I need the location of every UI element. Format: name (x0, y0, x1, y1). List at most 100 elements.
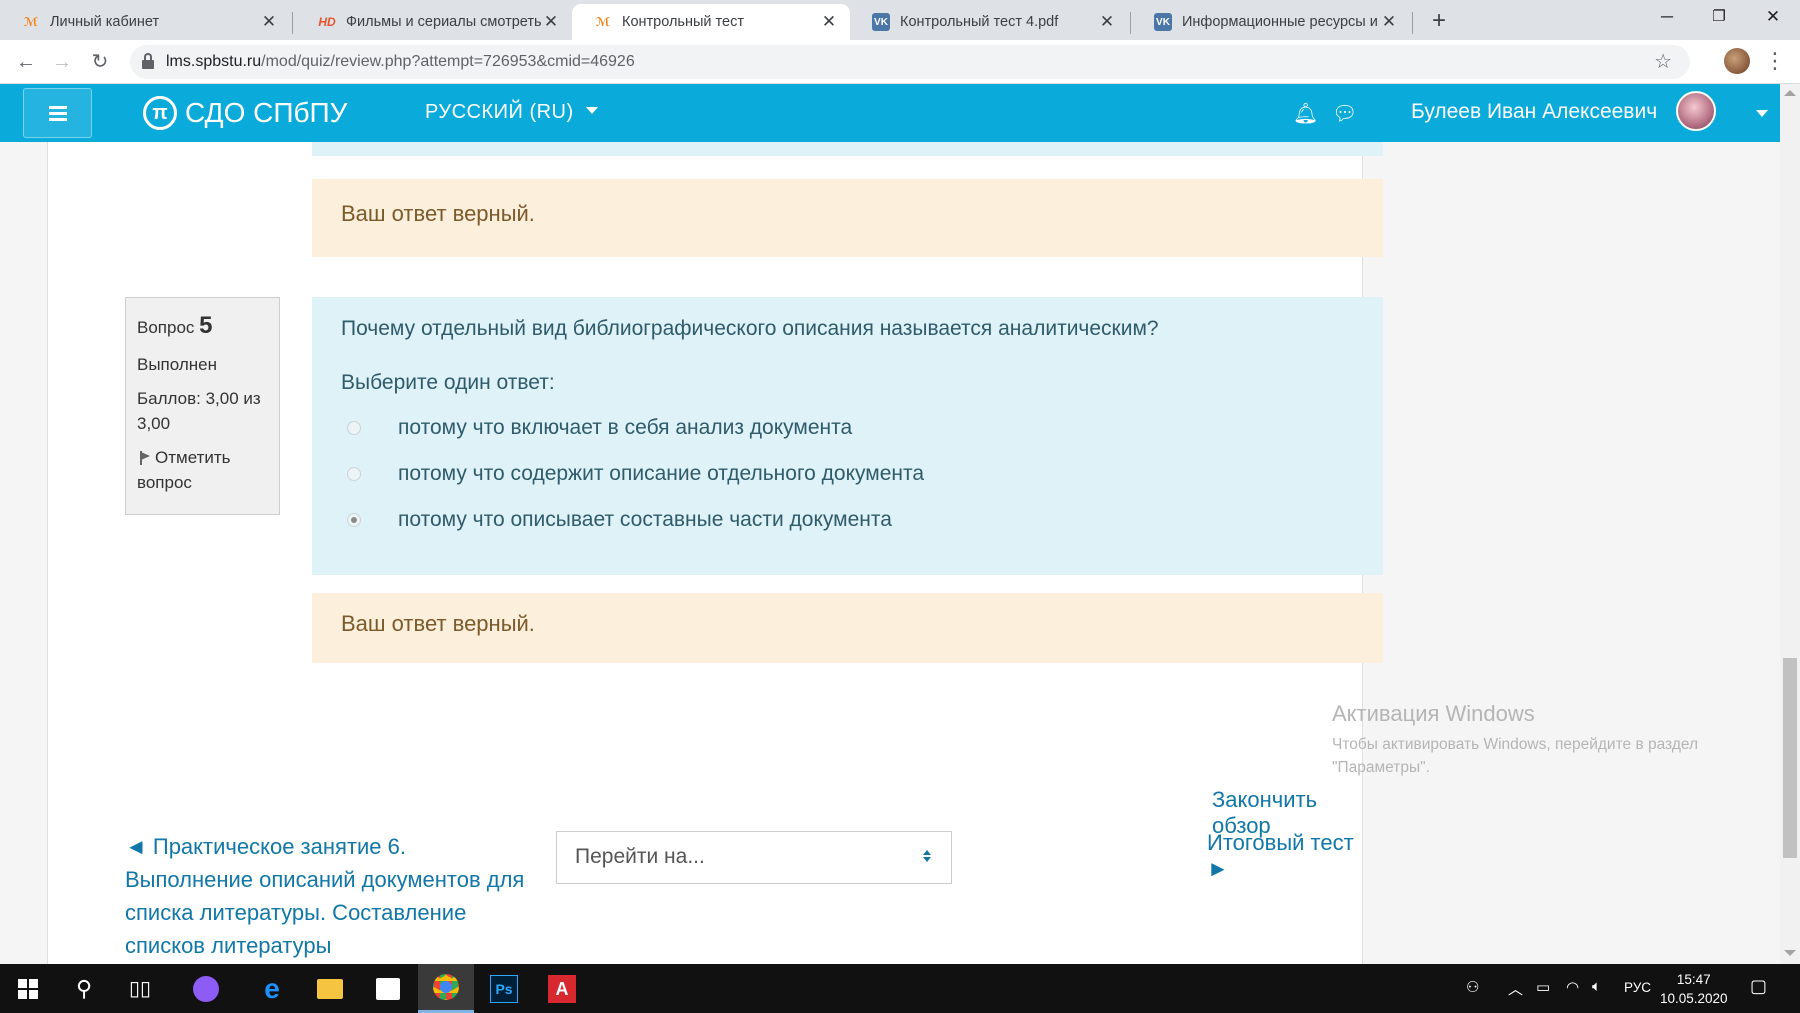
select-arrows-icon (923, 850, 933, 864)
next-activity-link[interactable]: Итоговый тест ► (1207, 830, 1362, 882)
jump-select-value: Перейти на... (575, 845, 705, 868)
language-label: РУССКИЙ (RU) (425, 101, 574, 123)
volume-icon[interactable]: 🔈︎ (1592, 978, 1601, 995)
browser-tab-strip: ℳ Личный кабинет ✕ HD Фильмы и сериалы с… (0, 0, 1800, 40)
notifications-icon[interactable]: ▢ (1750, 976, 1767, 997)
window-close-button[interactable]: ✕ (1746, 0, 1800, 36)
answer-label: потому что включает в себя анализ докуме… (398, 416, 853, 439)
answer-option[interactable]: потому что описывает составные части док… (341, 497, 1354, 543)
answer-label: потому что описывает составные части док… (398, 508, 892, 531)
previous-activity-link[interactable]: ◄ Практическое занятие 6. Выполнение опи… (125, 830, 525, 962)
moodle-icon: ℳ (23, 15, 39, 29)
answer-option[interactable]: потому что включает в себя анализ докуме… (341, 405, 1354, 451)
question-info: Вопрос 5 Выполнен Баллов: 3,00 из 3,00 О… (125, 297, 280, 515)
question-feedback: Ваш ответ верный. (312, 593, 1383, 663)
page-content: Ваш ответ верный. Вопрос 5 Выполнен Балл… (0, 142, 1780, 964)
main-region: Ваш ответ верный. Вопрос 5 Выполнен Балл… (47, 142, 1383, 964)
forward-button[interactable]: → (46, 46, 78, 78)
tray-expand-icon[interactable]: ︿ (1508, 978, 1523, 999)
question-state: Выполнен (137, 355, 217, 374)
bell-icon[interactable]: 🔔︎ (1293, 101, 1318, 126)
people-icon[interactable]: ⚇ (1466, 978, 1479, 996)
battery-icon[interactable]: ▭ (1536, 978, 1550, 996)
browser-tab-films[interactable]: HD Фильмы и сериалы смотреть он ✕ (296, 4, 572, 40)
new-tab-button[interactable]: + (1424, 6, 1454, 36)
user-avatar[interactable] (1676, 91, 1716, 131)
task-view-icon[interactable]: ▯▯ (112, 964, 168, 1013)
chrome-icon[interactable] (418, 964, 474, 1013)
page-scrollbar[interactable] (1780, 84, 1800, 964)
windows-logo-icon (18, 978, 38, 999)
close-icon[interactable]: ✕ (820, 12, 838, 32)
reload-button[interactable]: ↻ (84, 46, 116, 78)
language-menu[interactable]: РУССКИЙ (RU) (425, 101, 598, 124)
chat-icon[interactable]: 💬︎ (1332, 101, 1357, 126)
store-icon[interactable] (360, 964, 416, 1013)
moodle-icon: ℳ (595, 15, 611, 29)
user-menu-chevron-icon[interactable] (1756, 110, 1768, 117)
browser-tab-test-pdf[interactable]: VK Контрольный тест 4.pdf ✕ (850, 4, 1128, 40)
photoshop-icon[interactable]: Ps (476, 964, 532, 1013)
previous-question-feedback: Ваш ответ верный. (312, 179, 1383, 257)
tab-title: Личный кабинет (50, 14, 160, 30)
clock-date: 10.05.2020 (1660, 991, 1728, 1006)
hamburger-menu-button[interactable] (23, 88, 92, 138)
radio-button[interactable] (347, 421, 361, 435)
question-number: Вопрос 5 (137, 312, 213, 339)
tab-title: Информационные ресурсы и те (1182, 14, 1380, 30)
file-explorer-icon[interactable] (302, 964, 358, 1013)
watermark-text: Чтобы активировать Windows, перейдите в … (1332, 736, 1699, 776)
flag-icon (137, 450, 151, 465)
radio-button[interactable] (347, 467, 361, 481)
minimize-button[interactable]: ─ (1640, 0, 1694, 36)
wifi-icon[interactable]: ◠ (1566, 978, 1579, 996)
browser-tab-personal-account[interactable]: ℳ Личный кабинет ✕ (0, 4, 290, 40)
close-icon[interactable]: ✕ (260, 12, 278, 32)
input-language[interactable]: РУС (1624, 980, 1651, 995)
scroll-up-icon[interactable] (1784, 90, 1796, 96)
user-name[interactable]: Булеев Иван Алексеевич (1411, 100, 1657, 124)
browser-toolbar: ← → ↻ lms.spbstu.ru/mod/quiz/review.php?… (0, 40, 1800, 84)
edge-icon[interactable]: e (244, 964, 300, 1013)
start-button[interactable] (0, 964, 56, 1013)
flag-question-link[interactable]: Отметить вопрос (137, 445, 268, 496)
question-content: Почему отдельный вид библиографического … (312, 297, 1383, 575)
previous-question-content (312, 142, 1383, 156)
answer-prompt: Выберите один ответ: (341, 371, 555, 394)
lock-icon (142, 53, 154, 69)
answer-option[interactable]: потому что содержит описание отдельного … (341, 451, 1354, 497)
address-bar[interactable]: lms.spbstu.ru/mod/quiz/review.php?attemp… (130, 45, 1690, 79)
jump-to-select[interactable]: Перейти на... (556, 831, 952, 884)
tab-separator (292, 12, 293, 34)
answer-label: потому что содержит описание отдельного … (398, 462, 925, 485)
url-text: lms.spbstu.ru/mod/quiz/review.php?attemp… (166, 53, 635, 70)
clock-time: 15:47 (1676, 972, 1711, 987)
hd-icon: HD (318, 15, 336, 29)
radio-button-selected[interactable] (347, 513, 361, 527)
browser-tab-control-test[interactable]: ℳ Контрольный тест ✕ (572, 4, 850, 40)
scroll-down-icon[interactable] (1784, 950, 1796, 956)
restore-button[interactable]: ❐ (1692, 0, 1746, 36)
search-icon[interactable]: ⚲ (56, 964, 112, 1013)
tab-title: Контрольный тест (622, 14, 744, 30)
site-brand[interactable]: π СДО СПбПУ (143, 96, 347, 130)
vk-icon: VK (872, 13, 890, 31)
alice-assistant-icon[interactable] (178, 964, 234, 1013)
close-icon[interactable]: ✕ (542, 12, 560, 32)
chevron-down-icon (585, 107, 598, 114)
polytech-logo-icon: π (143, 96, 177, 130)
acrobat-icon[interactable]: A (534, 964, 590, 1013)
bookmark-star-icon[interactable]: ☆ (1654, 49, 1672, 74)
site-navbar: π СДО СПбПУ РУССКИЙ (RU) 🔔︎ 💬︎ Булеев Ив… (0, 84, 1780, 142)
system-clock[interactable]: 15:47 10.05.2020 (1660, 970, 1728, 1008)
windows-activation-watermark: Активация Windows Чтобы активировать Win… (1332, 701, 1742, 779)
browser-menu-icon[interactable]: ⋮ (1764, 44, 1786, 78)
close-icon[interactable]: ✕ (1380, 12, 1398, 32)
back-button[interactable]: ← (10, 46, 42, 78)
brand-name: СДО СПбПУ (185, 97, 348, 128)
scrollbar-thumb[interactable] (1783, 658, 1797, 858)
browser-tab-info-resources[interactable]: VK Информационные ресурсы и те ✕ (1132, 4, 1410, 40)
question-text: Почему отдельный вид библиографического … (341, 317, 1159, 340)
profile-avatar[interactable] (1724, 48, 1750, 74)
close-icon[interactable]: ✕ (1098, 12, 1116, 32)
